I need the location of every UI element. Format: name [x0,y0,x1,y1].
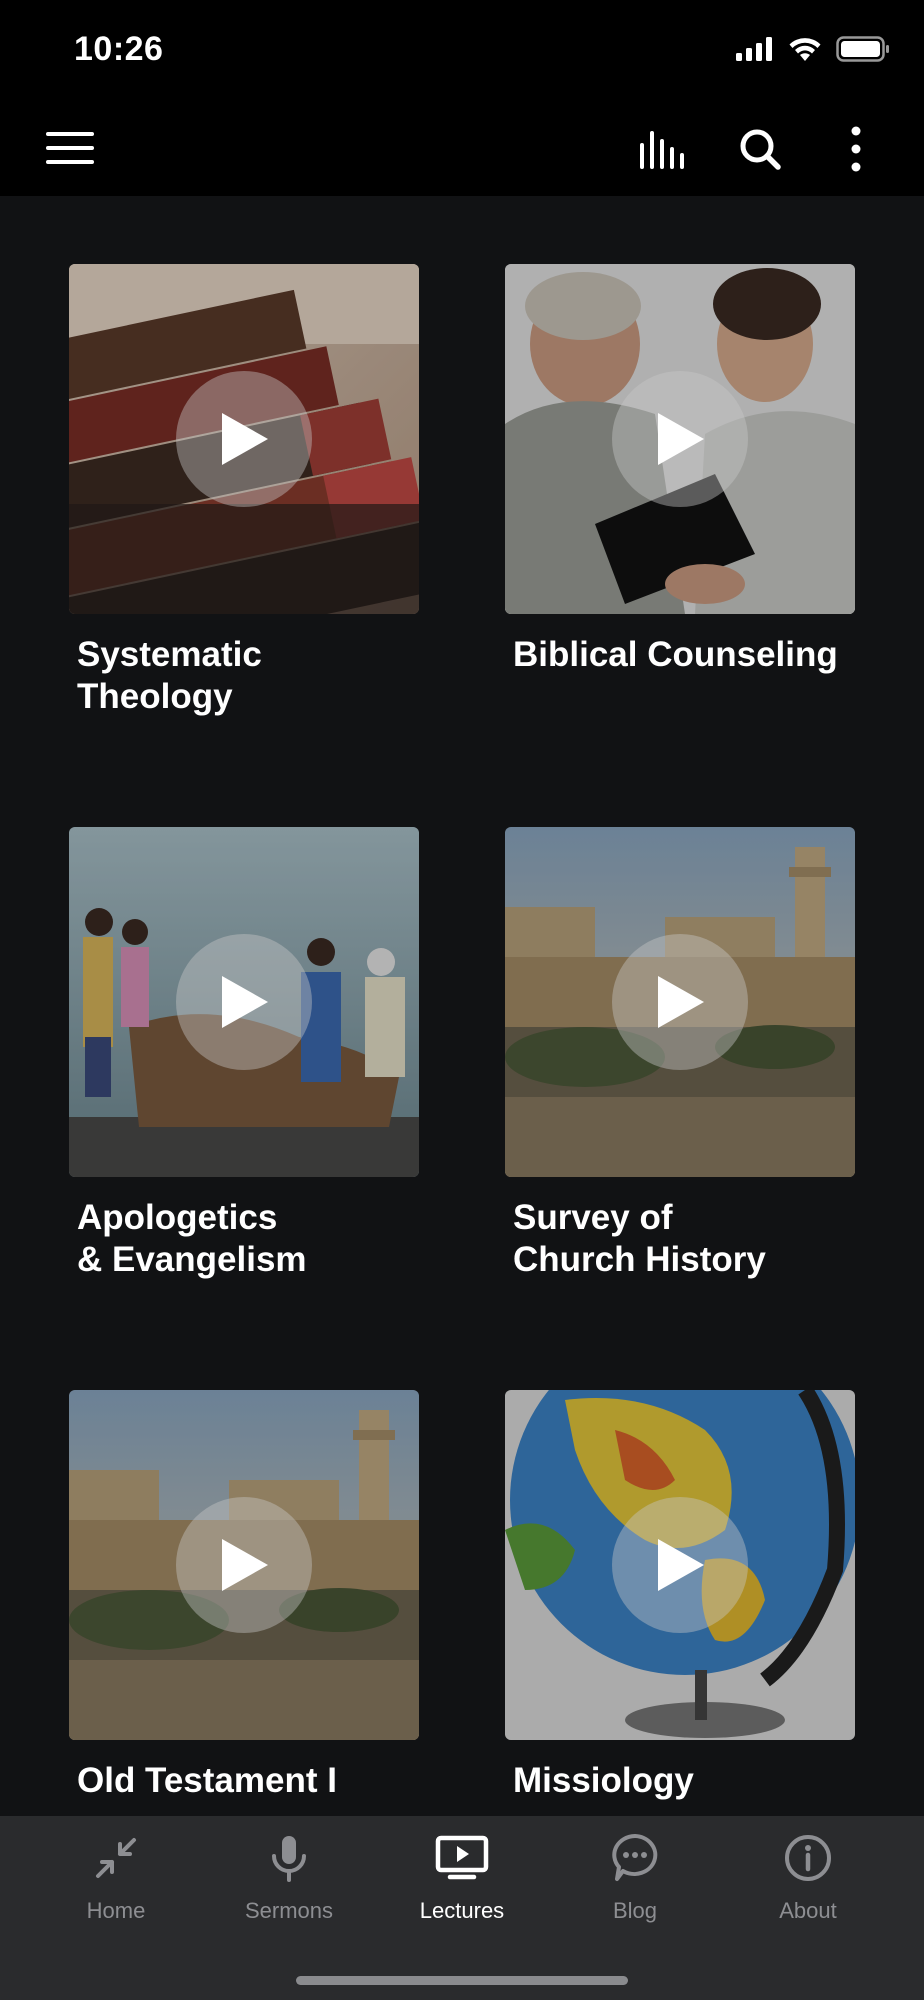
collapse-arrows-icon [88,1830,144,1886]
home-indicator[interactable] [296,1976,628,1985]
lecture-thumbnail[interactable] [69,264,419,614]
tab-label: Sermons [244,1898,334,1923]
info-icon [780,1830,836,1886]
status-time: 10:26 [74,30,164,68]
tab-label: About [779,1898,837,1923]
status-icons [736,36,890,67]
lecture-card-biblical-counseling[interactable]: Biblical Counseling [505,264,855,827]
tab-list: Home Sermons Lectures Blog About [0,1830,924,1924]
tab-blog[interactable]: Blog [565,1830,705,1924]
hamburger-menu-icon[interactable] [44,128,96,168]
play-icon[interactable] [176,934,312,1070]
lecture-card-systematic-theology[interactable]: Systematic Theology [69,264,419,827]
lecture-thumbnail[interactable] [505,264,855,614]
lecture-title[interactable]: Apologetics & Evangelism [69,1197,419,1281]
lecture-title[interactable]: Biblical Counseling [505,634,855,676]
play-icon[interactable] [612,371,748,507]
microphone-icon [261,1830,317,1886]
equalizer-bars-icon[interactable] [636,122,692,176]
search-icon[interactable] [732,122,788,176]
lecture-thumbnail[interactable] [69,827,419,1177]
tab-label: Lectures [419,1898,505,1923]
lecture-title[interactable]: Systematic Theology [69,634,419,718]
lecture-thumbnail[interactable] [505,827,855,1177]
play-icon[interactable] [176,371,312,507]
lecture-title[interactable]: Survey of Church History [505,1197,855,1281]
play-icon[interactable] [176,1497,312,1633]
lecture-card-apologetics-evangelism[interactable]: Apologetics & Evangelism [69,827,419,1390]
lecture-grid: Systematic Theology Biblical Counseling … [69,264,855,1816]
status-bar: 10:26 [0,0,924,100]
battery-icon [836,36,890,67]
play-icon[interactable] [612,1497,748,1633]
play-icon[interactable] [612,934,748,1070]
lecture-card-missiology[interactable]: Missiology [505,1390,855,1816]
tab-lectures[interactable]: Lectures [392,1830,532,1924]
lecture-card-church-history[interactable]: Survey of Church History [505,827,855,1390]
lecture-title[interactable]: Missiology [505,1760,855,1802]
lecture-title[interactable]: Old Testament I [69,1760,419,1802]
app-bar-actions [636,122,884,176]
app-bar [0,100,924,196]
tab-label: Blog [612,1898,658,1923]
tab-label: Home [86,1898,146,1923]
tab-sermons[interactable]: Sermons [219,1830,359,1924]
more-vertical-icon[interactable] [828,122,884,176]
lecture-thumbnail[interactable] [505,1390,855,1740]
tab-home[interactable]: Home [46,1830,186,1924]
tab-about[interactable]: About [738,1830,878,1924]
lecture-card-old-testament-i[interactable]: Old Testament I [69,1390,419,1816]
lecture-thumbnail[interactable] [69,1390,419,1740]
wifi-icon [788,36,822,67]
bottom-tab-bar: Home Sermons Lectures Blog About [0,1816,924,2000]
cellular-signal-icon [736,37,774,66]
lectures-content: Systematic Theology Biblical Counseling … [0,196,924,1816]
play-screen-icon [434,1830,490,1886]
chat-bubble-icon [607,1830,663,1886]
